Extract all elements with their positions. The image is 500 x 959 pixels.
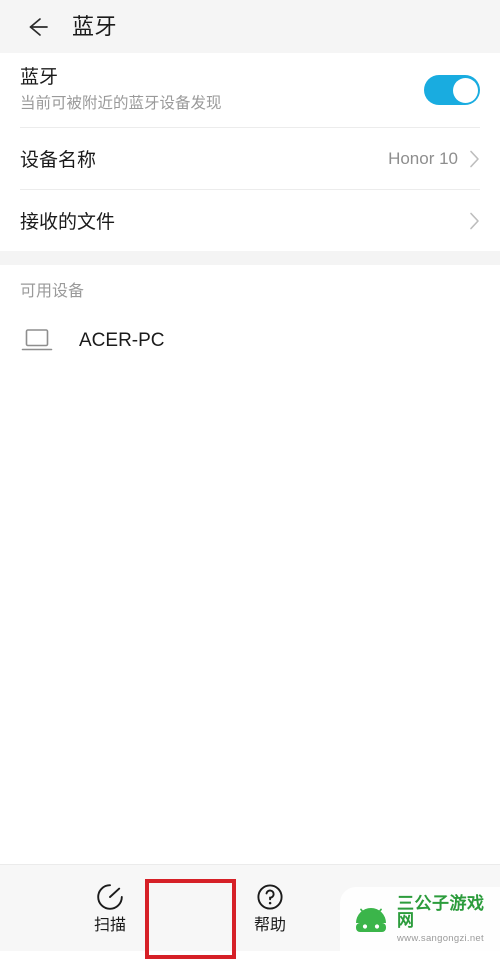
device-list-item[interactable]: ACER-PC — [0, 313, 500, 369]
device-name-row[interactable]: 设备名称 Honor 10 — [0, 128, 500, 189]
device-name-value: Honor 10 — [388, 148, 458, 168]
received-files-label: 接收的文件 — [20, 212, 116, 233]
section-separator-band — [0, 251, 500, 265]
app-bar: 蓝牙 — [0, 0, 500, 53]
device-name-label: 设备名称 — [20, 150, 97, 171]
device-list-item-label: ACER-PC — [79, 330, 165, 351]
settings-content: 蓝牙 当前可被附近的蓝牙设备发现 设备名称 Honor 10 接收的文件 可用设… — [0, 53, 500, 369]
watermark-url: www.sangongzi.net — [397, 932, 484, 944]
scan-button[interactable]: 扫描 — [30, 865, 190, 951]
chevron-right-icon — [470, 150, 479, 167]
chevron-right-icon — [470, 212, 479, 229]
scan-button-label: 扫描 — [93, 917, 126, 934]
bluetooth-switch[interactable] — [424, 75, 480, 105]
arrow-left-icon — [29, 17, 48, 36]
received-files-value-group — [469, 212, 480, 230]
bluetooth-title: 蓝牙 — [20, 67, 59, 89]
bluetooth-toggle-row[interactable]: 蓝牙 当前可被附近的蓝牙设备发现 — [0, 53, 500, 127]
received-files-row[interactable]: 接收的文件 — [0, 190, 500, 251]
help-button[interactable]: 帮助 — [190, 865, 350, 951]
bluetooth-text-group: 蓝牙 当前可被附近的蓝牙设备发现 — [20, 66, 222, 113]
bluetooth-subtitle: 当前可被附近的蓝牙设备发现 — [20, 95, 222, 113]
scan-refresh-icon — [95, 882, 125, 912]
page-title: 蓝牙 — [72, 13, 118, 39]
watermark: 三公子游戏网 www.sangongzi.net — [340, 887, 500, 951]
watermark-title: 三公子游戏网 — [397, 893, 485, 930]
available-devices-header: 可用设备 — [20, 283, 85, 300]
laptop-icon — [20, 327, 54, 355]
back-button[interactable] — [24, 14, 50, 40]
question-circle-icon — [255, 882, 285, 912]
help-button-label: 帮助 — [253, 917, 286, 934]
android-mascot-icon — [356, 908, 386, 932]
device-name-value-group: Honor 10 — [388, 149, 480, 169]
switch-knob — [452, 77, 478, 103]
watermark-text-group: 三公子游戏网 www.sangongzi.net — [397, 895, 500, 944]
